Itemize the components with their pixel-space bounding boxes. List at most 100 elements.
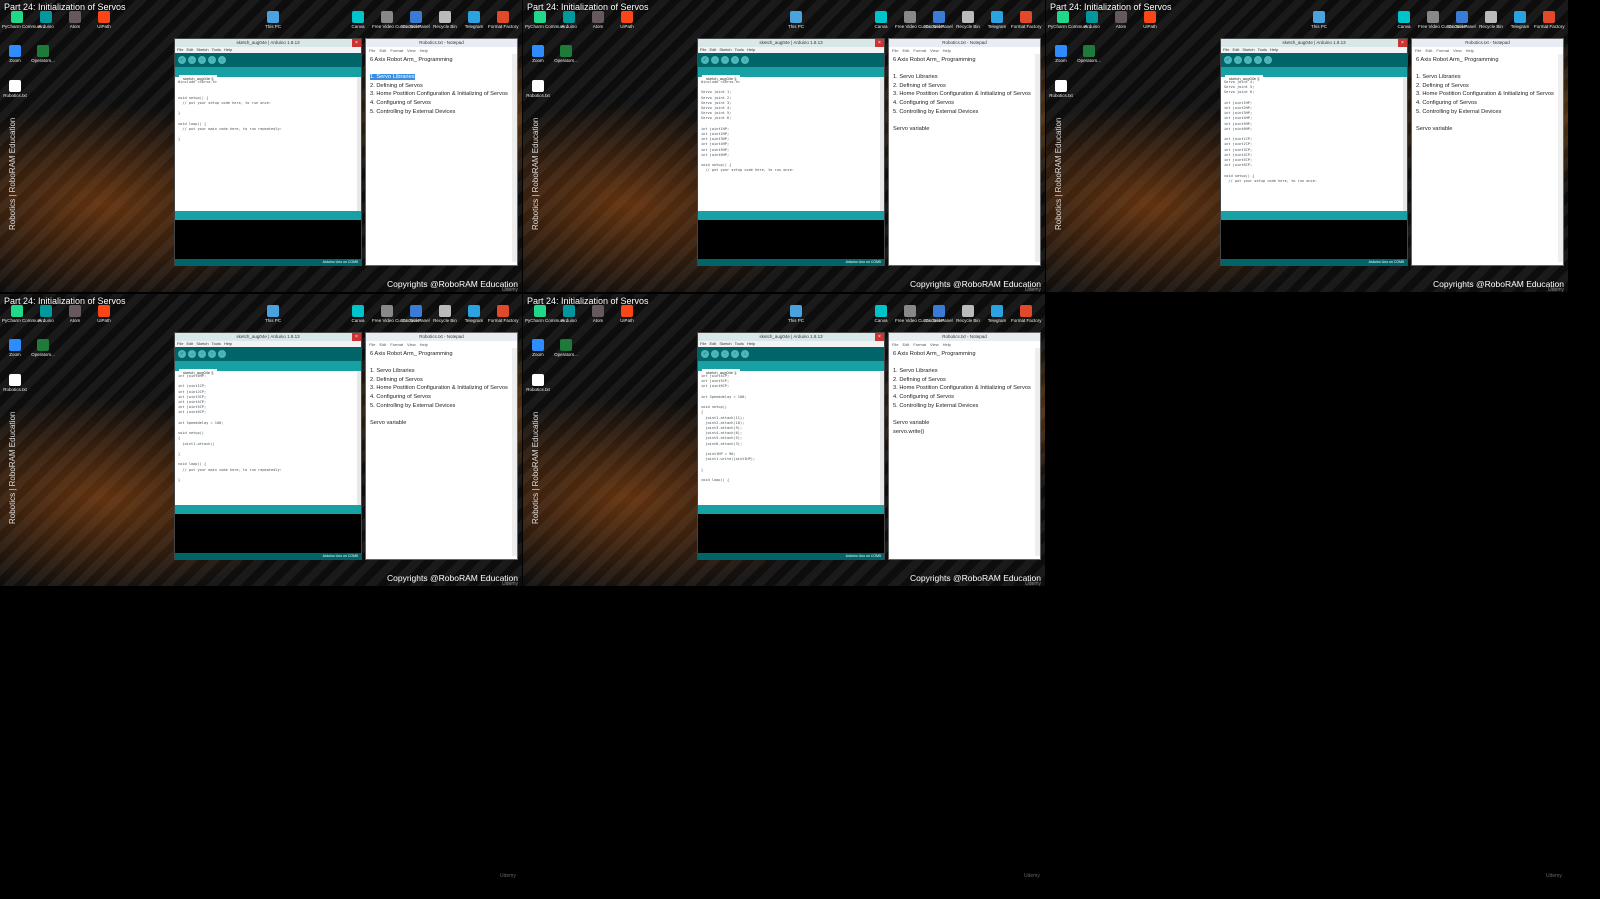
desktop-icon[interactable]: Operators... <box>551 45 581 63</box>
open-icon[interactable]: ↑ <box>208 350 216 358</box>
desktop-icon[interactable]: Operators... <box>1074 45 1104 63</box>
menu-item[interactable]: Edit <box>1425 48 1432 53</box>
notepad-window-title[interactable]: Robotics.txt - Notepad <box>366 333 517 341</box>
open-icon[interactable]: ↑ <box>731 350 739 358</box>
notepad-window-title[interactable]: Robotics.txt - Notepad <box>366 39 517 47</box>
notepad-window[interactable]: Robotics.txt - Notepad File Edit Format Vie… <box>888 38 1041 266</box>
desktop-icon[interactable]: This PC <box>781 305 811 323</box>
desktop-icon[interactable]: Arduino <box>554 11 584 29</box>
desktop-icon[interactable]: UiPath <box>89 305 119 323</box>
close-icon[interactable]: × <box>1398 39 1407 47</box>
menu-item[interactable]: Edit <box>379 342 386 347</box>
menu-item[interactable]: File <box>892 342 898 347</box>
menu-item[interactable]: Tools <box>735 341 744 346</box>
menu-item[interactable]: Help <box>943 342 951 347</box>
desktop-icon[interactable]: Free Video Cutter Joiner <box>372 11 421 29</box>
menu-item[interactable]: Sketch <box>719 47 731 52</box>
desktop-icon[interactable]: This PC <box>258 305 288 323</box>
desktop-icon[interactable]: Zoom <box>0 45 30 63</box>
desktop-icon[interactable]: PyCharm Communi... <box>1048 11 1091 29</box>
menu-item[interactable]: Help <box>420 342 428 347</box>
open-icon[interactable]: ↑ <box>731 56 739 64</box>
menu-item[interactable]: Edit <box>186 47 193 52</box>
menu-item[interactable]: Edit <box>709 341 716 346</box>
menu-item[interactable]: Help <box>943 48 951 53</box>
menu-item[interactable]: Tools <box>212 341 221 346</box>
desktop-icon[interactable]: Robotics.txt <box>0 374 30 392</box>
desktop-icon[interactable]: Format Factory <box>1534 11 1565 29</box>
desktop-icon[interactable]: Control Panel <box>1447 11 1477 29</box>
menu-item[interactable]: View <box>1453 48 1462 53</box>
close-icon[interactable]: × <box>352 333 361 341</box>
menu-item[interactable]: Help <box>747 341 755 346</box>
desktop-icon[interactable]: Operators... <box>28 339 58 357</box>
menu-item[interactable]: File <box>369 48 375 53</box>
arduino-ide-window[interactable]: sketch_aug04e | Arduino 1.8.13 × File Edi… <box>697 38 885 266</box>
save-icon[interactable]: ↓ <box>1264 56 1272 64</box>
new-icon[interactable]: ▫ <box>721 56 729 64</box>
new-icon[interactable]: ▫ <box>198 56 206 64</box>
desktop-icon[interactable]: Zoom <box>523 339 553 357</box>
desktop-icon[interactable]: PyCharm Communi... <box>525 305 568 323</box>
desktop-icon[interactable]: Control Panel <box>401 11 431 29</box>
arduino-titlebar[interactable]: sketch_aug04e | Arduino 1.8.13 × <box>698 39 884 47</box>
menu-item[interactable]: File <box>700 341 706 346</box>
notepad-window-title[interactable]: Robotics.txt - Notepad <box>1412 39 1563 47</box>
menu-item[interactable]: Sketch <box>196 47 208 52</box>
desktop-icon[interactable]: Arduino <box>31 305 61 323</box>
desktop-icon[interactable]: Format Factory <box>1011 305 1042 323</box>
desktop-icon[interactable]: Canva <box>866 11 896 29</box>
close-icon[interactable]: × <box>875 333 884 341</box>
notepad-window-title[interactable]: Robotics.txt - Notepad <box>889 39 1040 47</box>
verify-icon[interactable]: ✓ <box>1224 56 1232 64</box>
notepad-text-area[interactable]: 6 Axis Robot Arm_ Programming 1. Servo L… <box>366 348 517 556</box>
upload-icon[interactable]: → <box>188 350 196 358</box>
close-icon[interactable]: × <box>875 39 884 47</box>
verify-icon[interactable]: ✓ <box>178 56 186 64</box>
menu-item[interactable]: Edit <box>1232 47 1239 52</box>
arduino-titlebar[interactable]: sketch_aug04e | Arduino 1.8.13 × <box>175 39 361 47</box>
arduino-ide-window[interactable]: sketch_aug04e | Arduino 1.8.13 × File Edi… <box>1220 38 1408 266</box>
desktop-icon[interactable]: UiPath <box>89 11 119 29</box>
desktop-icon[interactable]: Recycle Bin <box>953 11 983 29</box>
new-icon[interactable]: ▫ <box>721 350 729 358</box>
menu-item[interactable]: Format <box>913 342 926 347</box>
arduino-titlebar[interactable]: sketch_aug04e | Arduino 1.8.13 × <box>175 333 361 341</box>
desktop-icon[interactable]: PyCharm Communi... <box>2 11 45 29</box>
notepad-menubar[interactable]: File Edit Format View Help <box>889 47 1040 54</box>
menu-item[interactable]: File <box>177 341 183 346</box>
menu-item[interactable]: Help <box>420 48 428 53</box>
arduino-ide-window[interactable]: sketch_aug04e | Arduino 1.8.13 × File Edi… <box>697 332 885 560</box>
desktop-icon[interactable]: This PC <box>1304 11 1334 29</box>
menu-item[interactable]: Help <box>1270 47 1278 52</box>
arduino-titlebar[interactable]: sketch_aug04e | Arduino 1.8.13 × <box>1221 39 1407 47</box>
menu-item[interactable]: Sketch <box>196 341 208 346</box>
open-icon[interactable]: ↑ <box>208 56 216 64</box>
menu-item[interactable]: View <box>930 48 939 53</box>
verify-icon[interactable]: ✓ <box>701 350 709 358</box>
upload-icon[interactable]: → <box>188 56 196 64</box>
desktop-icon[interactable]: Telegram <box>982 11 1012 29</box>
desktop-icon[interactable]: Recycle Bin <box>1476 11 1506 29</box>
desktop-icon[interactable]: Free Video Cutter Joiner <box>895 11 944 29</box>
save-icon[interactable]: ↓ <box>218 350 226 358</box>
menu-item[interactable]: Help <box>224 341 232 346</box>
code-editor[interactable]: #include <Servo.h> void setup() { // put… <box>175 77 361 211</box>
desktop-icon[interactable]: Atom <box>1106 11 1136 29</box>
desktop-icon[interactable]: Telegram <box>459 11 489 29</box>
code-editor[interactable]: int joint4CP; int joint5CP; int joint6CP… <box>698 371 884 505</box>
save-icon[interactable]: ↓ <box>741 56 749 64</box>
menu-item[interactable]: Tools <box>1258 47 1267 52</box>
close-icon[interactable]: × <box>352 39 361 47</box>
desktop-icon[interactable]: Canva <box>343 11 373 29</box>
upload-icon[interactable]: → <box>711 350 719 358</box>
desktop-icon[interactable]: Control Panel <box>924 11 954 29</box>
menu-item[interactable]: Edit <box>186 341 193 346</box>
notepad-menubar[interactable]: File Edit Format View Help <box>366 341 517 348</box>
desktop-icon[interactable]: Recycle Bin <box>953 305 983 323</box>
menu-item[interactable]: View <box>407 342 416 347</box>
notepad-menubar[interactable]: File Edit Format View Help <box>1412 47 1563 54</box>
desktop-icon[interactable]: Zoom <box>0 339 30 357</box>
menu-item[interactable]: File <box>1415 48 1421 53</box>
notepad-text-area[interactable]: 6 Axis Robot Arm_ Programming 1. Servo L… <box>889 54 1040 262</box>
